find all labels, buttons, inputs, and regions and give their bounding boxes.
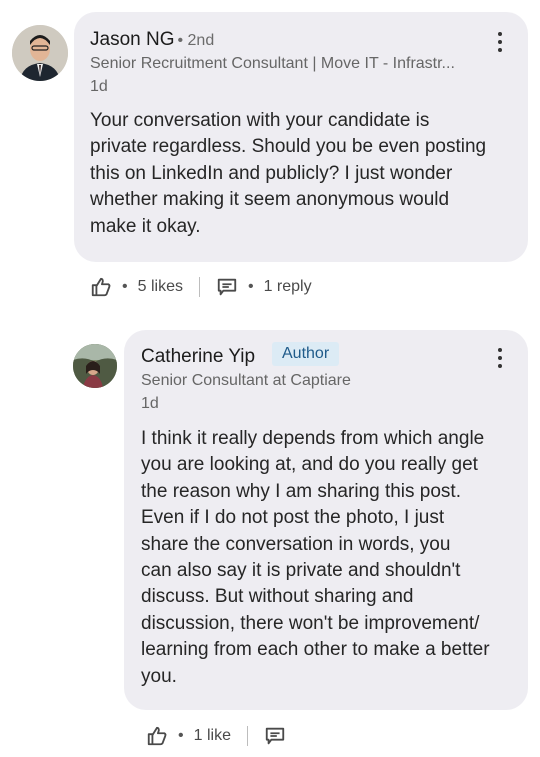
comment-line: this on LinkedIn and publicly? I just wo… [90, 162, 453, 184]
avatar-catherine-yip[interactable] [73, 344, 117, 388]
comment-line: Even if I do not post the photo, I just [141, 507, 445, 529]
author-headline: Senior Consultant at Captiare [141, 372, 351, 389]
author-badge: Author [272, 342, 340, 366]
comment-text: I think it really depends from which ang… [141, 426, 490, 690]
comment-timestamp: 1d [90, 78, 108, 95]
comment-line: private regardless. Should you be even p… [90, 136, 487, 158]
comment-line: discuss. But without sharing and [141, 586, 414, 608]
comment-line: make it okay. [90, 215, 201, 237]
more-vertical-icon[interactable] [490, 345, 510, 371]
like-thumb-icon[interactable] [146, 725, 168, 747]
more-vertical-icon[interactable] [490, 29, 510, 55]
separator-dot: • [178, 727, 184, 744]
comment-timestamp: 1d [141, 395, 159, 412]
comment-line: the reason why I am sharing this post. [141, 480, 461, 502]
divider [246, 726, 248, 746]
comment-line: learning from each other to make a bette… [141, 639, 490, 661]
comment-line: you. [141, 665, 177, 687]
author-headline: Senior Recruitment Consultant | Move IT … [90, 55, 455, 72]
comment-actions: • 5 likes • 1 reply [90, 276, 312, 298]
reply-comment-icon[interactable] [216, 276, 238, 298]
likes-count[interactable]: 1 like [194, 727, 231, 745]
comment-actions: • 1 like [146, 725, 286, 747]
separator-dot: • [122, 278, 128, 295]
comment-line: whether making it seem anonymous would [90, 189, 450, 211]
like-thumb-icon[interactable] [90, 276, 112, 298]
comment-text: Your conversation with your candidate is… [90, 108, 486, 240]
connection-degree: • 2nd [177, 32, 215, 49]
comment-author-name[interactable]: Jason NG • 2nd [90, 29, 214, 51]
comment-line: Your conversation with your candidate is [90, 110, 430, 131]
comment-line: I think it really depends from which ang… [141, 428, 485, 449]
likes-count[interactable]: 5 likes [138, 278, 183, 296]
comment-line: share the conversation in words, you [141, 533, 451, 555]
comment-line: you are looking at, and do you really ge… [141, 454, 478, 476]
comment-line: can also say it is private and shouldn't [141, 560, 461, 582]
replies-count[interactable]: 1 reply [264, 278, 312, 296]
comment-author-name[interactable]: Catherine Yip [141, 346, 255, 368]
comment-line: discussion, there won't be improvement/ [141, 612, 480, 634]
separator-dot: • [247, 278, 254, 295]
reply-comment-icon[interactable] [264, 725, 286, 747]
avatar-jason-ng[interactable] [12, 25, 68, 81]
divider [198, 277, 200, 297]
